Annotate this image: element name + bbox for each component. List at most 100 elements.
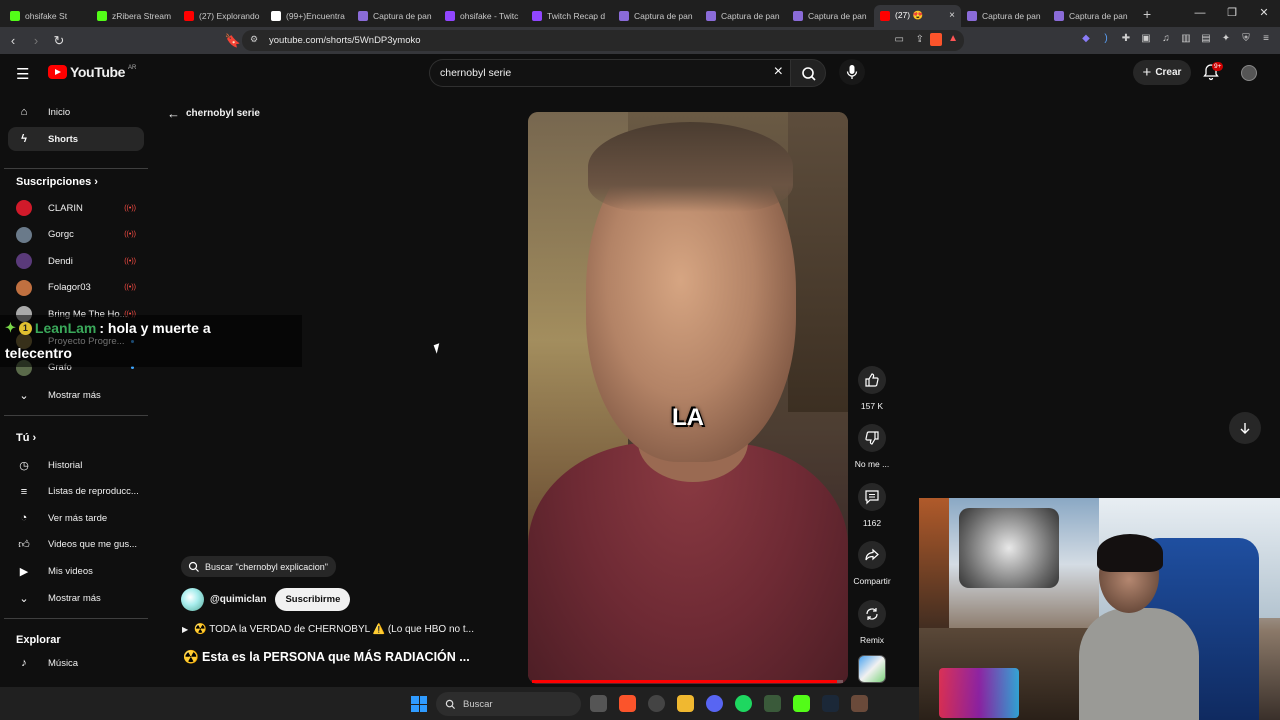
task-view-icon[interactable] (590, 695, 607, 712)
forward-icon[interactable]: › (26, 33, 46, 48)
notifications-badge: 9+ (1212, 62, 1224, 71)
browser-tab[interactable]: ohsifake St (4, 5, 91, 27)
sidebar-item[interactable]: Folagor03 ((•)) (8, 276, 144, 300)
comments-button[interactable] (858, 483, 886, 511)
chat-message-continuation: telecentro (5, 345, 72, 361)
browser-tab[interactable]: (27) 😍 × (874, 4, 961, 27)
address-bar[interactable]: ⚙ youtube.com/shorts/5WnDP3ymoko ▭ ⇪ ▲ (242, 30, 964, 51)
browser-tab[interactable]: Captura de pan (787, 5, 874, 27)
share-label: Compartir (853, 576, 891, 586)
sound-thumbnail[interactable] (858, 655, 886, 683)
site-info-icon[interactable]: ⚙ (250, 34, 258, 45)
puzzle-icon[interactable]: ✚ (1120, 33, 1132, 45)
channel-avatar[interactable] (181, 588, 204, 611)
sidebar-item[interactable]: 👍︎ Videos que me gus... (8, 533, 144, 557)
sidebar-item[interactable]: ϟ Shorts (8, 127, 144, 151)
browser-tab[interactable]: (27) Explorando (178, 5, 265, 27)
maximize-icon[interactable]: ❐ (1216, 0, 1248, 26)
share-page-icon[interactable]: ⇪ (916, 34, 924, 45)
game-icon[interactable] (851, 695, 868, 712)
shorts-icon: ϟ (21, 133, 27, 145)
minimize-icon[interactable]: — (1184, 0, 1216, 26)
voice-search-button[interactable] (839, 59, 865, 85)
spotify-icon[interactable] (735, 695, 752, 712)
remix-button[interactable] (858, 600, 886, 628)
dislike-button[interactable] (858, 424, 886, 452)
short-title[interactable]: ☢️ Esta es la PERSONA que MÁS RADIACIÓN … (183, 650, 470, 665)
browser-tab[interactable]: Captura de pan (613, 5, 700, 27)
history-icon: ◷ (19, 459, 29, 472)
play-icon: ▶ (182, 625, 189, 634)
short-video-player[interactable]: LA (528, 112, 848, 684)
kick-icon[interactable] (793, 695, 810, 712)
like-button[interactable] (858, 366, 886, 394)
sidebar-item[interactable]: ◷ Historial (8, 453, 144, 477)
subscribe-button[interactable]: Suscribirme (275, 588, 351, 611)
clear-search-icon[interactable]: × (774, 63, 783, 81)
browser-tab[interactable]: Twitch Recap d (526, 5, 613, 27)
close-window-icon[interactable]: ✕ (1248, 0, 1280, 26)
file-explorer-icon[interactable] (677, 695, 694, 712)
you-header[interactable]: Tú › (16, 432, 36, 444)
leo-icon[interactable]: ✦ (1220, 33, 1232, 45)
sidebar-item[interactable]: Gorgc ((•)) (8, 223, 144, 247)
media-icon[interactable]: ♫ (1160, 33, 1172, 45)
sidebar-item[interactable]: ♪ Música (8, 651, 144, 675)
create-button[interactable]: + Crear (1133, 60, 1191, 85)
video-progress-bar[interactable] (532, 680, 843, 683)
obs-icon[interactable] (648, 695, 665, 712)
sidebar-item[interactable]: ▶ Mis videos (8, 559, 144, 583)
bookmark-icon[interactable]: 🔖 (223, 33, 243, 49)
vpn-icon[interactable]: ⛨ (1240, 33, 1252, 45)
related-search-pill[interactable]: Buscar "chernobyl explicacion" (181, 556, 336, 577)
related-video-link[interactable]: ▶ ☢️ TODA la VERDAD de CHERNOBYL ⚠️ (Lo … (182, 624, 474, 635)
brave-rewards-icon[interactable]: ▲ (948, 33, 958, 44)
close-tab-icon[interactable]: × (949, 10, 955, 21)
next-short-button[interactable] (1229, 412, 1261, 444)
browser-tab[interactable]: Captura de pan (352, 5, 439, 27)
search-button[interactable] (790, 59, 826, 87)
search-input[interactable]: chernobyl serie × (429, 59, 791, 87)
tab-title: Captura de pan (634, 10, 693, 21)
sidebar-item[interactable]: Dendi ((•)) (8, 249, 144, 273)
browser-tab[interactable]: Captura de pan (1048, 5, 1135, 27)
youtube-play-icon (48, 65, 67, 79)
cast-icon[interactable]: ▭ (895, 34, 904, 45)
discord-icon[interactable] (706, 695, 723, 712)
sidebar-item[interactable]: ≡ Listas de reproducc... (8, 480, 144, 504)
windows-start-icon[interactable] (411, 696, 427, 712)
wallet2-icon[interactable]: ▤ (1200, 33, 1212, 45)
tab-favicon-icon (793, 10, 803, 21)
explore-header[interactable]: Explorar (16, 634, 61, 646)
browser-tab[interactable]: ohsifake - Twitc (439, 5, 526, 27)
menu-icon[interactable]: ≡ (1260, 33, 1272, 45)
sidebar-item[interactable]: ⌂ Inicio (8, 100, 144, 124)
show-more-button[interactable]: ⌄ Mostrar más (8, 586, 144, 610)
sidebar-item[interactable]: CLARIN ((•)) (8, 196, 144, 220)
brave-browser-icon[interactable] (619, 695, 636, 712)
hamburger-menu-icon[interactable]: ☰ (16, 65, 29, 83)
youtube-logo[interactable]: YouTube AR (48, 64, 136, 80)
browser-tab[interactable]: Captura de pan (961, 5, 1048, 27)
user-avatar[interactable] (1241, 65, 1257, 81)
speech-icon[interactable]: ) (1100, 33, 1112, 45)
sidebar-item[interactable]: ◔ Ver más tarde (8, 506, 144, 530)
browser-tab[interactable]: zRibera Stream (91, 5, 178, 27)
taskbar-search[interactable]: Buscar (436, 692, 581, 716)
steam-icon[interactable] (822, 695, 839, 712)
channel-name[interactable]: @quimiclan (210, 594, 266, 605)
back-to-results[interactable]: ← chernobyl serie (167, 106, 260, 121)
app-icon[interactable] (764, 695, 781, 712)
brave-shields-icon[interactable] (930, 33, 942, 46)
back-icon[interactable]: ‹ (3, 33, 23, 48)
browser-tab[interactable]: (99+)Encuentra (265, 5, 352, 27)
sidebar-toggle-icon[interactable]: ▥ (1180, 33, 1192, 45)
subscriptions-header[interactable]: Suscripciones › (16, 176, 98, 188)
wallet-icon[interactable]: ▣ (1140, 33, 1152, 45)
extension-icon[interactable]: ◆ (1080, 33, 1092, 45)
share-button[interactable] (858, 541, 886, 569)
browser-tab[interactable]: Captura de pan (700, 5, 787, 27)
show-more-button[interactable]: ⌄ Mostrar más (8, 383, 144, 407)
reload-icon[interactable]: ↻ (49, 33, 69, 49)
new-tab-icon[interactable]: + (1143, 6, 1151, 22)
